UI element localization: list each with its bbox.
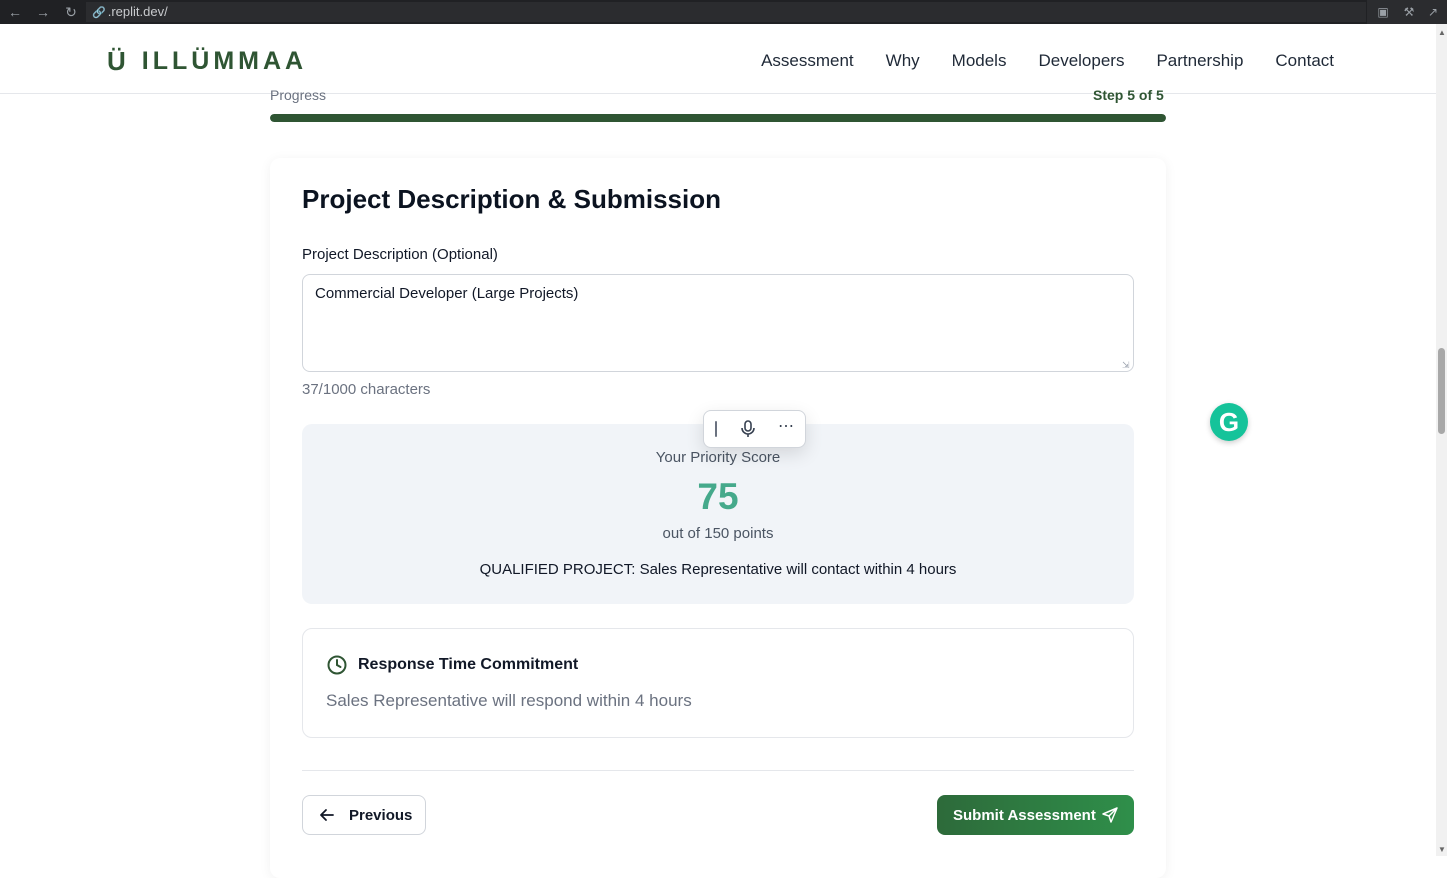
microphone-icon[interactable] bbox=[738, 419, 758, 439]
main-nav: Assessment Why Models Developers Partner… bbox=[729, 46, 1334, 76]
back-arrow-icon[interactable]: ← bbox=[6, 3, 24, 21]
response-title: Response Time Commitment bbox=[358, 656, 579, 673]
submit-button[interactable]: Submit Assessment bbox=[937, 795, 1134, 835]
link-icon: 🔗 bbox=[92, 7, 106, 19]
previous-button[interactable]: Previous bbox=[302, 795, 426, 835]
nav-models[interactable]: Models bbox=[952, 46, 1007, 76]
progress-step: Step 5 of 5 bbox=[1093, 87, 1164, 103]
logo[interactable]: Ü ILLÜMMAA bbox=[107, 46, 307, 76]
grammarly-g-glyph: G bbox=[1218, 407, 1240, 437]
progress-label: Progress bbox=[270, 87, 327, 103]
score-out-of: out of 150 points bbox=[662, 525, 774, 542]
nav-assessment[interactable]: Assessment bbox=[761, 46, 854, 76]
grammarly-icon[interactable]: G bbox=[1210, 403, 1248, 441]
drag-handle-icon[interactable] bbox=[715, 421, 717, 437]
response-text: Sales Representative will respond within… bbox=[326, 691, 692, 710]
nav-partnership[interactable]: Partnership bbox=[1156, 46, 1243, 76]
char-count: 37/1000 characters bbox=[302, 381, 431, 398]
nav-developers[interactable]: Developers bbox=[1038, 46, 1124, 76]
scroll-up-icon[interactable]: ▲ bbox=[1438, 28, 1446, 37]
site-header: Ü ILLÜMMAA Assessment Why Models Develop… bbox=[0, 24, 1436, 94]
description-label: Project Description (Optional) bbox=[302, 246, 498, 263]
devices-icon[interactable]: ▣ bbox=[1375, 4, 1391, 20]
description-textarea[interactable] bbox=[302, 274, 1134, 372]
browser-toolbar: ← → ↻ 🔗 .replit.dev/ ▣ ⚒ ↗ bbox=[0, 0, 1447, 24]
score-status: QUALIFIED PROJECT: Sales Representative … bbox=[479, 561, 957, 578]
nav-contact[interactable]: Contact bbox=[1275, 46, 1334, 76]
more-options-icon[interactable]: ⋯ bbox=[776, 417, 796, 437]
arrow-left-icon bbox=[320, 809, 334, 821]
scrollbar-thumb[interactable] bbox=[1438, 348, 1445, 434]
browser-extensions: ▣ ⚒ ↗ bbox=[1367, 0, 1447, 24]
scrollbar[interactable]: ▲ ▼ bbox=[1436, 24, 1447, 856]
divider bbox=[302, 770, 1134, 771]
open-external-icon[interactable]: ↗ bbox=[1425, 4, 1441, 20]
logo-mark-icon: Ü bbox=[107, 45, 126, 76]
reload-icon[interactable]: ↻ bbox=[62, 3, 80, 21]
score-title: Your Priority Score bbox=[655, 449, 781, 466]
resize-handle-icon[interactable]: ⇲ bbox=[1122, 360, 1132, 370]
floating-toolbar: ⋯ bbox=[703, 410, 806, 448]
logo-text: ILLÜMMAA bbox=[141, 46, 308, 75]
wrench-icon[interactable]: ⚒ bbox=[1401, 4, 1417, 20]
clock-icon bbox=[327, 655, 347, 675]
url-text: .replit.dev/ bbox=[107, 4, 168, 19]
score-value: 75 bbox=[697, 476, 739, 517]
progress-bar bbox=[270, 114, 1166, 122]
submit-label: Submit Assessment bbox=[953, 806, 1096, 824]
scroll-down-icon[interactable]: ▼ bbox=[1438, 845, 1446, 854]
page-title: Project Description & Submission bbox=[302, 184, 721, 214]
forward-arrow-icon[interactable]: → bbox=[34, 3, 52, 21]
response-time-panel bbox=[302, 628, 1134, 738]
address-bar[interactable]: 🔗 .replit.dev/ bbox=[86, 2, 1366, 22]
nav-why[interactable]: Why bbox=[886, 46, 920, 76]
previous-label: Previous bbox=[349, 806, 413, 824]
progress-fill bbox=[270, 114, 1166, 122]
send-icon bbox=[1102, 807, 1118, 823]
